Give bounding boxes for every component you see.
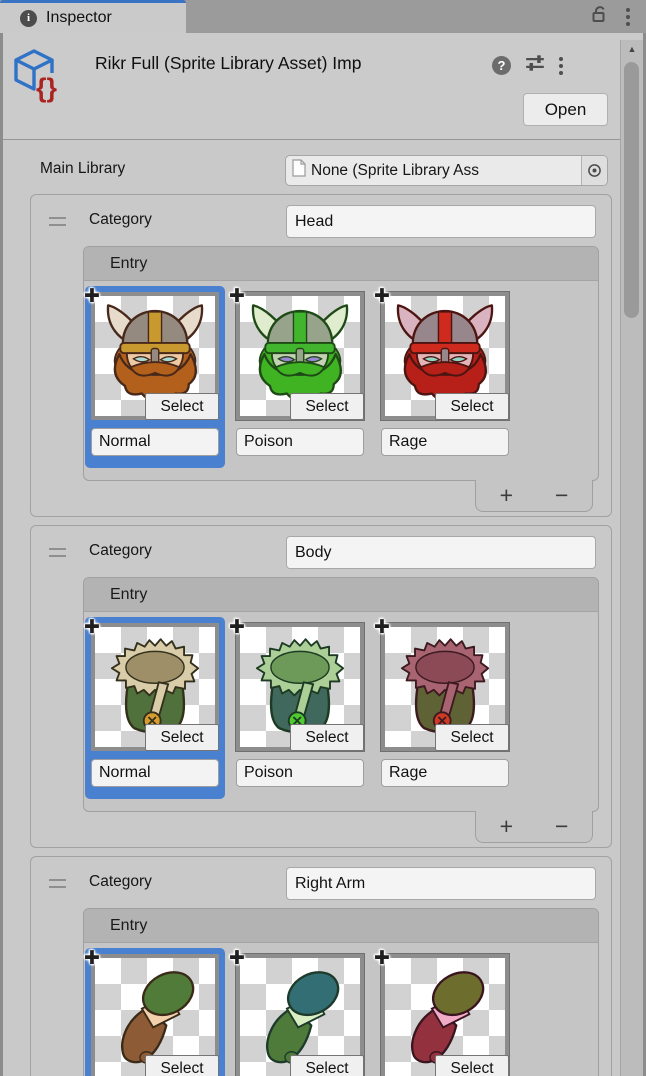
entry-name-input[interactable] bbox=[91, 428, 219, 456]
select-sprite-button[interactable]: Select bbox=[290, 1055, 364, 1076]
sprite-thumbnail[interactable]: ✚ Select bbox=[236, 292, 364, 420]
presets-icon[interactable] bbox=[524, 53, 546, 78]
tab-inspector[interactable]: i Inspector bbox=[0, 0, 186, 33]
category-label: Category bbox=[89, 542, 152, 560]
select-sprite-button[interactable]: Select bbox=[435, 724, 509, 751]
entry-head-normal[interactable]: ✚ Select bbox=[85, 286, 225, 468]
drag-handle-icon[interactable] bbox=[49, 879, 66, 888]
entry-name-input[interactable] bbox=[381, 759, 509, 787]
sprite-library-asset-icon: {} bbox=[12, 47, 64, 108]
entry-name-input[interactable] bbox=[236, 759, 364, 787]
remove-entry-button[interactable]: − bbox=[547, 484, 576, 507]
entry-list-header: Entry bbox=[84, 909, 598, 943]
select-sprite-button[interactable]: Select bbox=[145, 724, 219, 751]
entry-body-rage[interactable]: ✚ Select bbox=[375, 617, 515, 799]
main-library-row: Main Library None (Sprite Library Ass bbox=[0, 155, 646, 186]
plus-badge-icon: ✚ bbox=[374, 616, 390, 639]
inspector-content: Main Library None (Sprite Library Ass bbox=[0, 155, 646, 1076]
plus-badge-icon: ✚ bbox=[84, 285, 100, 308]
drag-handle-icon[interactable] bbox=[49, 548, 66, 557]
entry-name-input[interactable] bbox=[236, 428, 364, 456]
category-row: Category bbox=[31, 867, 611, 900]
plus-badge-icon: ✚ bbox=[229, 616, 245, 639]
scrollbar-thumb[interactable] bbox=[624, 62, 639, 318]
entry-body-normal[interactable]: ✚ Select bbox=[85, 617, 225, 799]
plus-badge-icon: ✚ bbox=[84, 947, 100, 970]
entry-list: Entry ✚ Select ✚ Sel bbox=[83, 246, 599, 481]
sprite-thumbnail[interactable]: ✚ Select bbox=[236, 954, 364, 1076]
remove-entry-button[interactable]: − bbox=[547, 815, 576, 838]
category-row: Category bbox=[31, 536, 611, 569]
entry-arm-rage[interactable]: ✚ Select bbox=[375, 948, 515, 1076]
sprite-thumbnail[interactable]: ✚ Select bbox=[91, 292, 219, 420]
entry-arm-poison[interactable]: ✚ Select bbox=[230, 948, 370, 1076]
vertical-scrollbar[interactable]: ▲ bbox=[620, 40, 643, 1076]
entry-list-footer: + − bbox=[475, 811, 593, 843]
plus-badge-icon: ✚ bbox=[374, 947, 390, 970]
open-button[interactable]: Open bbox=[523, 93, 608, 126]
entry-name-input[interactable] bbox=[381, 428, 509, 456]
entry-list-footer: + − bbox=[475, 480, 593, 512]
window-left-border bbox=[0, 33, 3, 1076]
category-name-input[interactable] bbox=[286, 867, 596, 900]
sprite-thumbnail[interactable]: ✚ Select bbox=[381, 954, 509, 1076]
category-name-input[interactable] bbox=[286, 536, 596, 569]
svg-text:{}: {} bbox=[36, 73, 58, 103]
entry-head-rage[interactable]: ✚ Select bbox=[375, 286, 515, 468]
plus-badge-icon: ✚ bbox=[229, 947, 245, 970]
plus-badge-icon: ✚ bbox=[374, 285, 390, 308]
help-icon[interactable]: ? bbox=[492, 56, 511, 75]
main-library-label: Main Library bbox=[40, 160, 125, 178]
sprite-thumbnail[interactable]: ✚ Select bbox=[91, 954, 219, 1076]
object-picker-icon[interactable] bbox=[581, 156, 607, 185]
category-box-body: Category Entry ✚ Select bbox=[30, 525, 612, 848]
main-library-value: None (Sprite Library Ass bbox=[311, 162, 581, 180]
lock-icon[interactable] bbox=[588, 4, 608, 29]
entry-head-poison[interactable]: ✚ Select bbox=[230, 286, 370, 468]
select-sprite-button[interactable]: Select bbox=[145, 1055, 219, 1076]
asset-title: Rikr Full (Sprite Library Asset) Imp bbox=[95, 53, 488, 74]
inspector-window: i Inspector {} Rikr F bbox=[0, 0, 646, 1076]
category-box-right-arm: Category Entry ✚ Select bbox=[30, 856, 612, 1076]
inspector-header: {} Rikr Full (Sprite Library Asset) Imp … bbox=[0, 33, 646, 140]
select-sprite-button[interactable]: Select bbox=[435, 393, 509, 420]
header-menu-icon[interactable] bbox=[559, 57, 563, 75]
sprite-thumbnail[interactable]: ✚ Select bbox=[381, 292, 509, 420]
category-name-input[interactable] bbox=[286, 205, 596, 238]
entry-arm-normal[interactable]: ✚ Select bbox=[85, 948, 225, 1076]
sprite-thumbnail[interactable]: ✚ Select bbox=[91, 623, 219, 751]
plus-badge-icon: ✚ bbox=[84, 616, 100, 639]
window-menu-icon[interactable] bbox=[626, 8, 630, 26]
entry-list: Entry ✚ Select ✚ Sel bbox=[83, 908, 599, 1076]
scroll-up-arrow-icon[interactable]: ▲ bbox=[621, 40, 643, 58]
entry-list-header: Entry bbox=[84, 247, 598, 281]
drag-handle-icon[interactable] bbox=[49, 217, 66, 226]
info-icon: i bbox=[20, 10, 37, 27]
entry-list-header: Entry bbox=[84, 578, 598, 612]
category-box-head: Category Entry ✚ Select bbox=[30, 194, 612, 517]
category-label: Category bbox=[89, 873, 152, 891]
entry-body-poison[interactable]: ✚ Select bbox=[230, 617, 370, 799]
entry-list: Entry ✚ Select ✚ Sel bbox=[83, 577, 599, 812]
select-sprite-button[interactable]: Select bbox=[290, 393, 364, 420]
select-sprite-button[interactable]: Select bbox=[145, 393, 219, 420]
category-label: Category bbox=[89, 211, 152, 229]
object-doc-icon bbox=[292, 159, 306, 182]
add-entry-button[interactable]: + bbox=[492, 484, 521, 507]
sprite-thumbnail[interactable]: ✚ Select bbox=[381, 623, 509, 751]
sprite-thumbnail[interactable]: ✚ Select bbox=[236, 623, 364, 751]
main-library-object-field[interactable]: None (Sprite Library Ass bbox=[285, 155, 608, 186]
add-entry-button[interactable]: + bbox=[492, 815, 521, 838]
select-sprite-button[interactable]: Select bbox=[290, 724, 364, 751]
plus-badge-icon: ✚ bbox=[229, 285, 245, 308]
category-row: Category bbox=[31, 205, 611, 238]
tab-label: Inspector bbox=[46, 9, 112, 27]
select-sprite-button[interactable]: Select bbox=[435, 1055, 509, 1076]
tab-bar: i Inspector bbox=[0, 0, 646, 33]
entry-name-input[interactable] bbox=[91, 759, 219, 787]
